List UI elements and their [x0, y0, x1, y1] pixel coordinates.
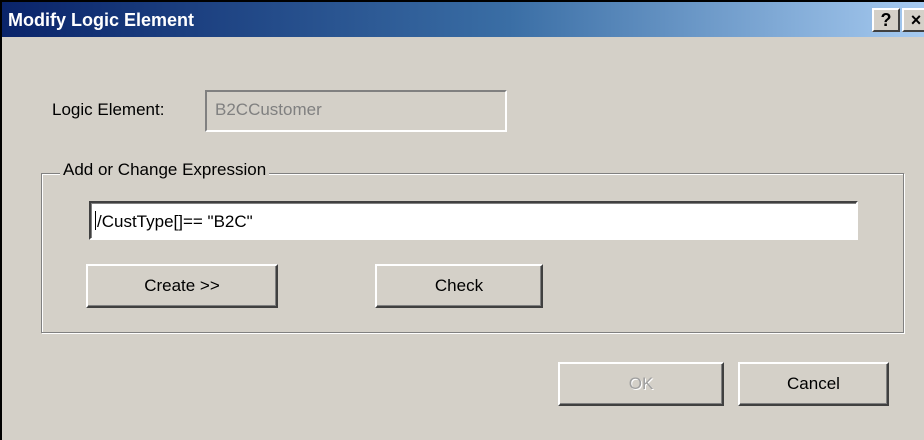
create-button[interactable]: Create >> — [86, 264, 278, 308]
title-bar[interactable]: Modify Logic Element ? × — [2, 2, 924, 37]
expression-groupbox — [41, 173, 904, 333]
check-button[interactable]: Check — [375, 264, 543, 308]
ok-button: OK — [558, 362, 724, 406]
help-icon: ? — [880, 10, 892, 30]
expression-input[interactable]: /CustType[]== "B2C" — [89, 201, 858, 240]
cancel-button[interactable]: Cancel — [738, 362, 889, 406]
expression-group-legend: Add or Change Expression — [60, 160, 270, 180]
modify-logic-element-dialog: Modify Logic Element ? × Logic Element: … — [0, 0, 924, 440]
close-icon: × — [910, 10, 922, 30]
close-button[interactable]: × — [902, 8, 924, 32]
expression-text: /CustType[]== "B2C" — [97, 212, 253, 231]
logic-element-field: B2CCustomer — [205, 90, 507, 132]
logic-element-label: Logic Element: — [52, 100, 165, 119]
help-button[interactable]: ? — [872, 8, 900, 32]
dialog-title: Modify Logic Element — [8, 10, 195, 30]
text-caret — [95, 211, 96, 230]
